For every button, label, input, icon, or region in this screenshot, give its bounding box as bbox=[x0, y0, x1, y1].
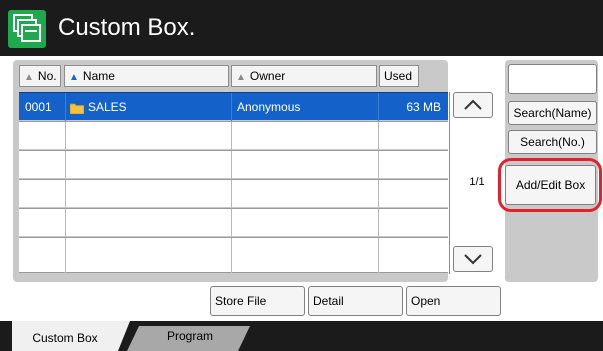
table-row[interactable] bbox=[19, 150, 448, 179]
column-divider bbox=[65, 238, 66, 273]
row-owner: Anonymous bbox=[237, 100, 301, 114]
column-divider bbox=[231, 238, 232, 273]
column-divider bbox=[378, 122, 379, 150]
highlight-ring bbox=[498, 158, 602, 212]
search-field[interactable] bbox=[508, 64, 597, 94]
scroll-up-button[interactable] bbox=[453, 92, 493, 118]
row-name: SALES bbox=[88, 100, 127, 114]
detail-button[interactable]: Detail bbox=[308, 286, 403, 316]
table-row[interactable] bbox=[19, 208, 448, 237]
column-header-no[interactable]: ▲ No. bbox=[19, 65, 61, 87]
column-divider bbox=[231, 180, 232, 208]
column-divider bbox=[378, 151, 379, 179]
store-file-button[interactable]: Store File bbox=[210, 286, 305, 316]
table-row[interactable] bbox=[19, 237, 448, 273]
column-divider bbox=[378, 180, 379, 208]
sort-triangle-icon: ▲ bbox=[69, 72, 79, 83]
search-no-button[interactable]: Search(No.) bbox=[508, 130, 597, 154]
column-divider bbox=[65, 180, 66, 208]
chevron-up-icon bbox=[464, 99, 482, 110]
page-indicator: 1/1 bbox=[469, 176, 485, 188]
search-name-button[interactable]: Search(Name) bbox=[508, 101, 597, 125]
column-header-name[interactable]: ▲ Name bbox=[64, 65, 229, 87]
column-divider bbox=[231, 151, 232, 179]
scroll-down-button[interactable] bbox=[453, 246, 493, 272]
column-divider bbox=[231, 93, 232, 121]
table-row[interactable]: 0001 SALES Anonymous 63 MB bbox=[19, 92, 448, 121]
table-row[interactable] bbox=[19, 121, 448, 150]
open-button[interactable]: Open bbox=[406, 286, 501, 316]
column-divider bbox=[231, 209, 232, 237]
page-title: Custom Box. bbox=[58, 14, 196, 41]
column-header-owner[interactable]: ▲ Owner bbox=[231, 65, 377, 87]
table-row[interactable] bbox=[19, 179, 448, 208]
column-divider bbox=[65, 151, 66, 179]
row-no: 0001 bbox=[25, 100, 52, 114]
tab-program[interactable]: Program bbox=[135, 326, 245, 346]
column-header-used[interactable]: Used bbox=[379, 65, 419, 87]
column-divider bbox=[65, 122, 66, 150]
box-stack-icon bbox=[8, 10, 46, 48]
column-divider bbox=[65, 93, 66, 121]
column-divider bbox=[65, 209, 66, 237]
sort-triangle-icon: ▲ bbox=[24, 72, 34, 83]
folder-icon bbox=[69, 101, 85, 115]
sort-triangle-icon: ▲ bbox=[236, 72, 246, 83]
column-divider bbox=[231, 122, 232, 150]
column-divider bbox=[378, 209, 379, 237]
tab-strip: Custom Box Program bbox=[0, 321, 603, 351]
row-used: 63 MB bbox=[406, 100, 441, 114]
column-divider bbox=[378, 238, 379, 273]
scroll-divider bbox=[449, 92, 450, 274]
chevron-down-icon bbox=[464, 254, 482, 265]
tab-custom-box[interactable]: Custom Box bbox=[12, 328, 118, 348]
